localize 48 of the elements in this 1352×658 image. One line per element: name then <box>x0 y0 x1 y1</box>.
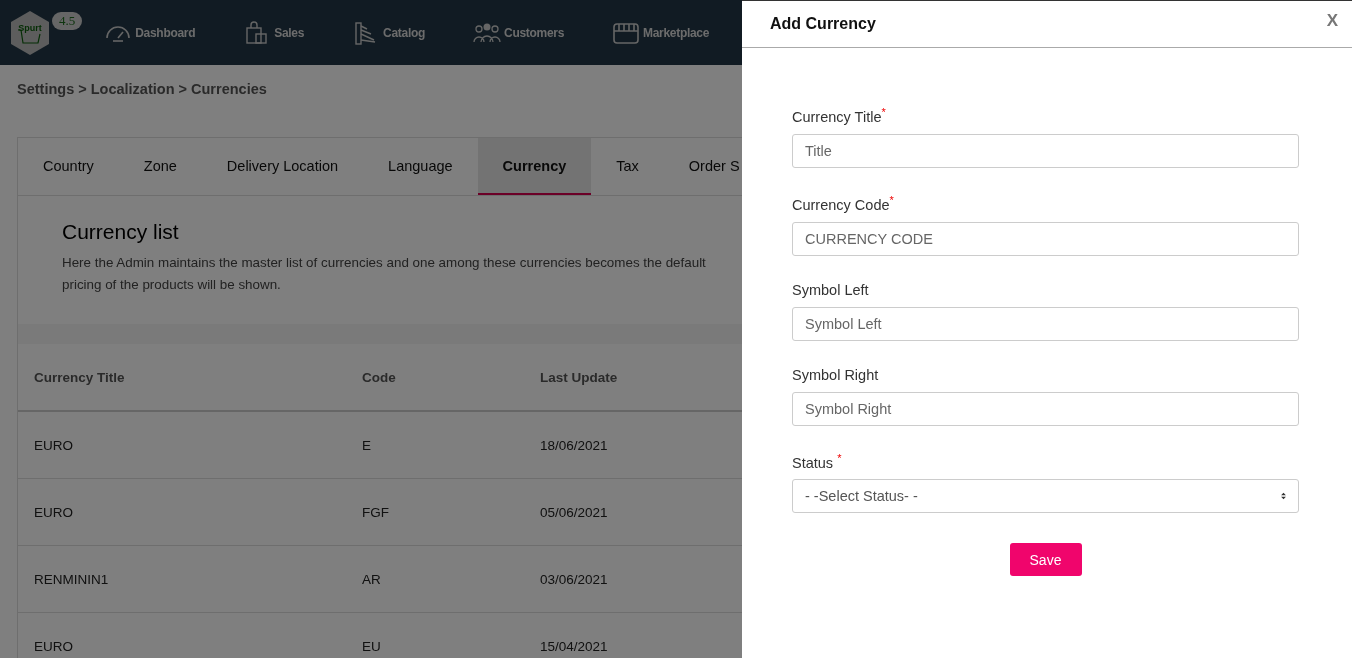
text-field[interactable]: Symbol Right <box>792 391 1299 426</box>
table-cell-text: EURO <box>34 504 74 520</box>
tab[interactable]: Delivery Location <box>201 138 364 195</box>
nav-link[interactable]: Sales <box>243 19 305 46</box>
field-label: Symbol Left <box>792 281 870 298</box>
table-cell-text: EU <box>362 638 382 654</box>
tab[interactable]: Language <box>363 138 478 195</box>
drawer-title: Add Currency <box>770 15 876 33</box>
tab[interactable]: Tax <box>591 138 664 195</box>
field-label: Status $^{*}$ <box>792 451 843 471</box>
nav-link[interactable]: Marketplace <box>612 19 710 46</box>
table-cell-text: RENMININ1 <box>34 571 110 587</box>
table-cell-text: 18/06/2021 <box>540 437 609 453</box>
column-header: Currency Title <box>34 369 126 385</box>
nav-link[interactable]: Customers <box>473 19 564 46</box>
nav-link[interactable]: Dashboard <box>104 19 196 46</box>
field-label: Symbol Right <box>792 366 880 383</box>
description-text: pricing of the products will be shown. <box>62 276 281 294</box>
tab[interactable]: Country <box>18 138 119 195</box>
save-button[interactable]: Save <box>1009 543 1082 577</box>
tab[interactable]: Currency <box>477 138 592 195</box>
tab[interactable]: Order S <box>663 138 742 195</box>
tab[interactable]: Zone <box>118 138 202 195</box>
table-cell-text: 15/04/2021 <box>540 638 609 654</box>
table-cell-text: EURO <box>34 638 74 654</box>
version-badge: 4.5 <box>52 12 83 30</box>
status-dropdown[interactable]: - -Select Status- - <box>792 479 1299 514</box>
table-cell-text: EURO <box>34 437 74 453</box>
column-header: Last Update <box>540 369 619 385</box>
breadcrumb: Settings > Localization > Currencies <box>17 81 267 97</box>
sort-caret-icon <box>1281 492 1286 501</box>
table-cell-text: FGF <box>362 504 390 520</box>
field-label: Currency Title$^{*}$ <box>792 106 887 125</box>
section-title: Currency list <box>62 220 180 244</box>
nav-link[interactable]: Catalog <box>352 19 425 46</box>
description-text: Here the Admin maintains the master list of currencies and one among these currencies becomes the default <box>62 254 706 272</box>
table-cell-text: 05/06/2021 <box>540 504 609 520</box>
table-cell-text: AR <box>362 571 382 587</box>
logo-text: Spurt <box>18 22 42 33</box>
column-header: Code <box>362 369 397 385</box>
close-button[interactable]: X <box>1326 11 1338 31</box>
table-cell-text: 03/06/2021 <box>540 571 609 587</box>
text-field[interactable]: CURRENCY CODE <box>792 221 1299 256</box>
logo-icon[interactable]: Spurt <box>10 9 50 56</box>
table-cell-text: E <box>362 437 372 453</box>
text-field[interactable]: Symbol Left <box>792 306 1299 341</box>
field-label: Currency Code$^{*}$ <box>792 193 895 213</box>
text-field[interactable]: Title <box>792 133 1299 168</box>
